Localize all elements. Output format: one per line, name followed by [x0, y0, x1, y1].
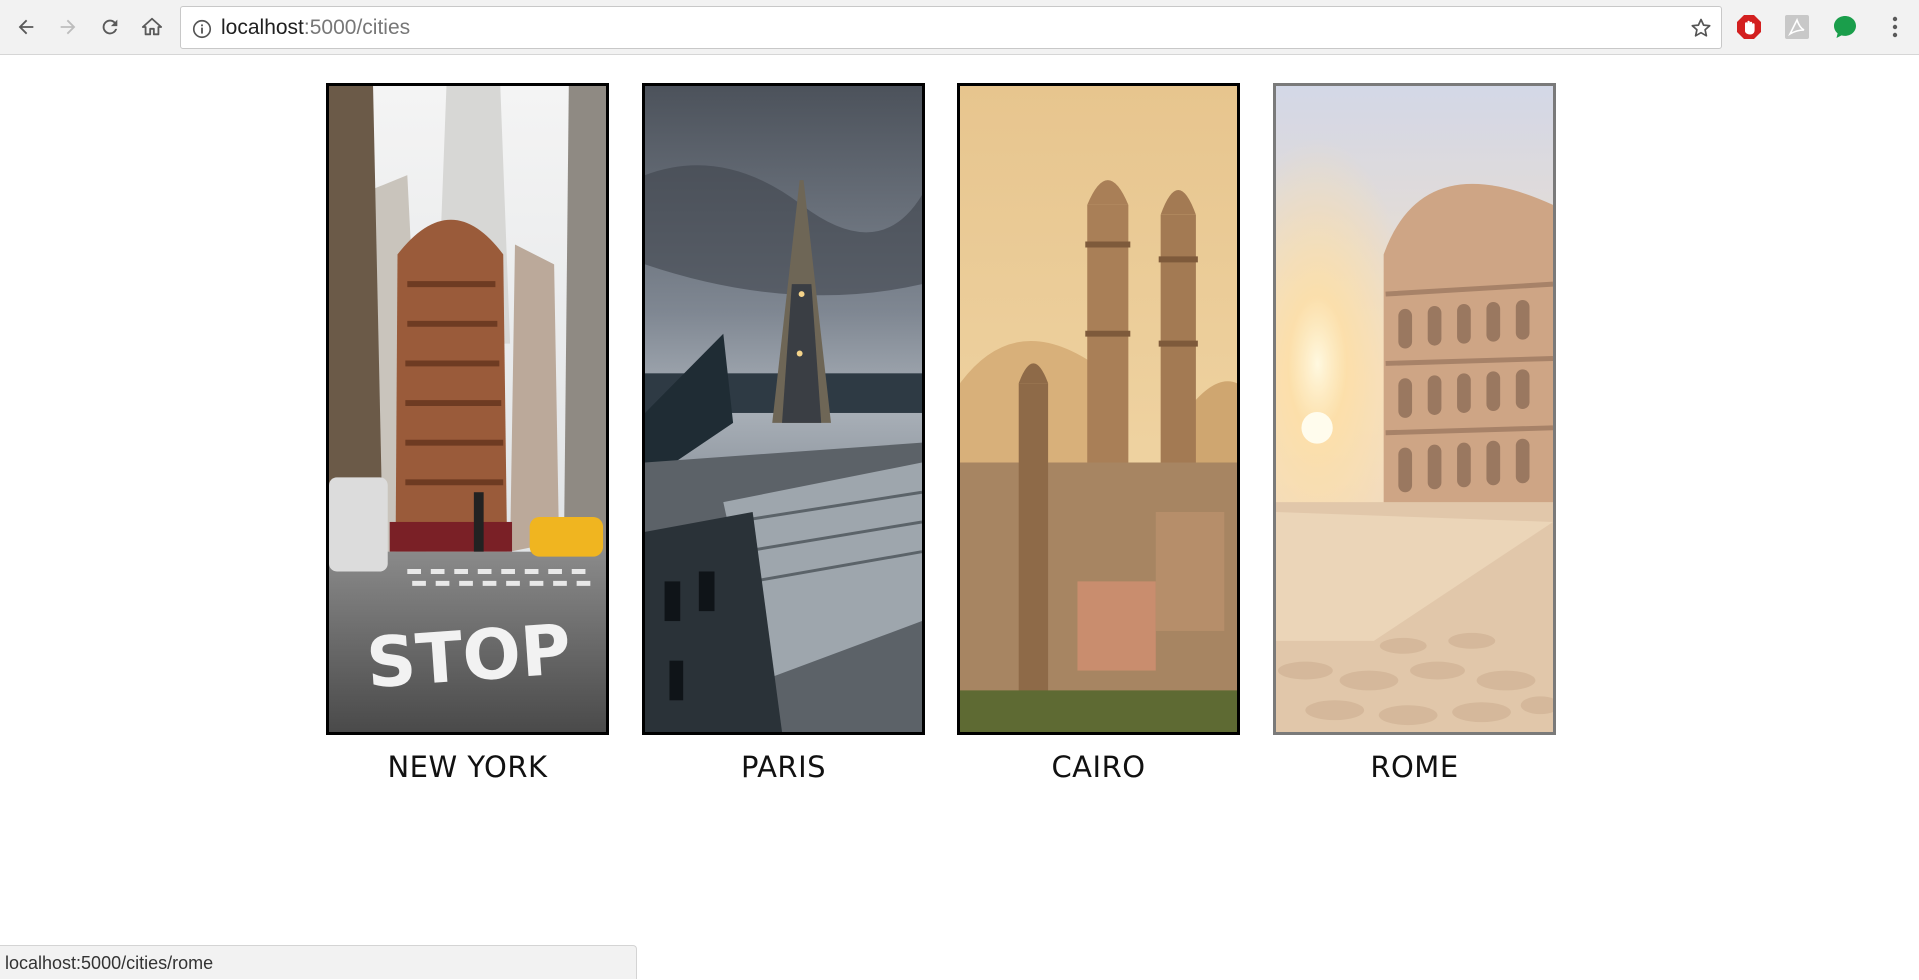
- pdf-extension-icon[interactable]: [1784, 14, 1810, 40]
- chat-extension-icon[interactable]: [1832, 14, 1858, 40]
- city-card-new-york[interactable]: STOP NEW YORK: [326, 83, 609, 784]
- url-path: :5000/cities: [303, 16, 411, 39]
- city-name-rome[interactable]: ROME: [1273, 750, 1556, 784]
- city-gallery: STOP NEW YORK PARIS CAIRO ROME: [326, 83, 1556, 803]
- paris-photo: [645, 86, 922, 732]
- city-image-cairo[interactable]: [957, 83, 1240, 735]
- city-name-cairo[interactable]: CAIRO: [957, 750, 1240, 784]
- home-button[interactable]: [137, 12, 167, 42]
- city-name-paris[interactable]: PARIS: [642, 750, 925, 784]
- city-image-new-york[interactable]: STOP: [326, 83, 609, 735]
- url-text[interactable]: localhost:5000/cities: [221, 7, 410, 48]
- home-icon: [141, 17, 163, 36]
- city-image-paris[interactable]: [642, 83, 925, 735]
- city-card-cairo[interactable]: CAIRO: [957, 83, 1240, 784]
- city-name-new-york[interactable]: NEW YORK: [326, 750, 609, 784]
- info-icon[interactable]: [191, 18, 213, 40]
- url-host: localhost: [221, 16, 304, 39]
- star-icon[interactable]: [1689, 16, 1713, 40]
- link-status-bar: localhost:5000/cities/rome: [0, 945, 637, 979]
- reload-button[interactable]: [95, 12, 125, 42]
- city-image-rome[interactable]: [1273, 83, 1556, 735]
- forward-button[interactable]: [53, 12, 83, 42]
- rome-photo: [1276, 86, 1553, 732]
- back-arrow-icon: [18, 19, 34, 35]
- address-bar[interactable]: localhost:5000/cities: [180, 6, 1722, 49]
- back-button[interactable]: [11, 12, 41, 42]
- new-york-photo: STOP: [329, 86, 606, 732]
- adblock-extension-icon[interactable]: [1736, 14, 1762, 40]
- cairo-photo: [960, 86, 1237, 732]
- reload-icon: [102, 19, 118, 35]
- svg-text:STOP: STOP: [364, 610, 574, 705]
- kebab-menu-icon[interactable]: [1882, 14, 1908, 40]
- forward-arrow-icon: [60, 19, 76, 35]
- city-card-rome[interactable]: ROME: [1273, 83, 1556, 784]
- browser-toolbar: localhost:5000/cities: [0, 0, 1919, 55]
- city-card-paris[interactable]: PARIS: [642, 83, 925, 784]
